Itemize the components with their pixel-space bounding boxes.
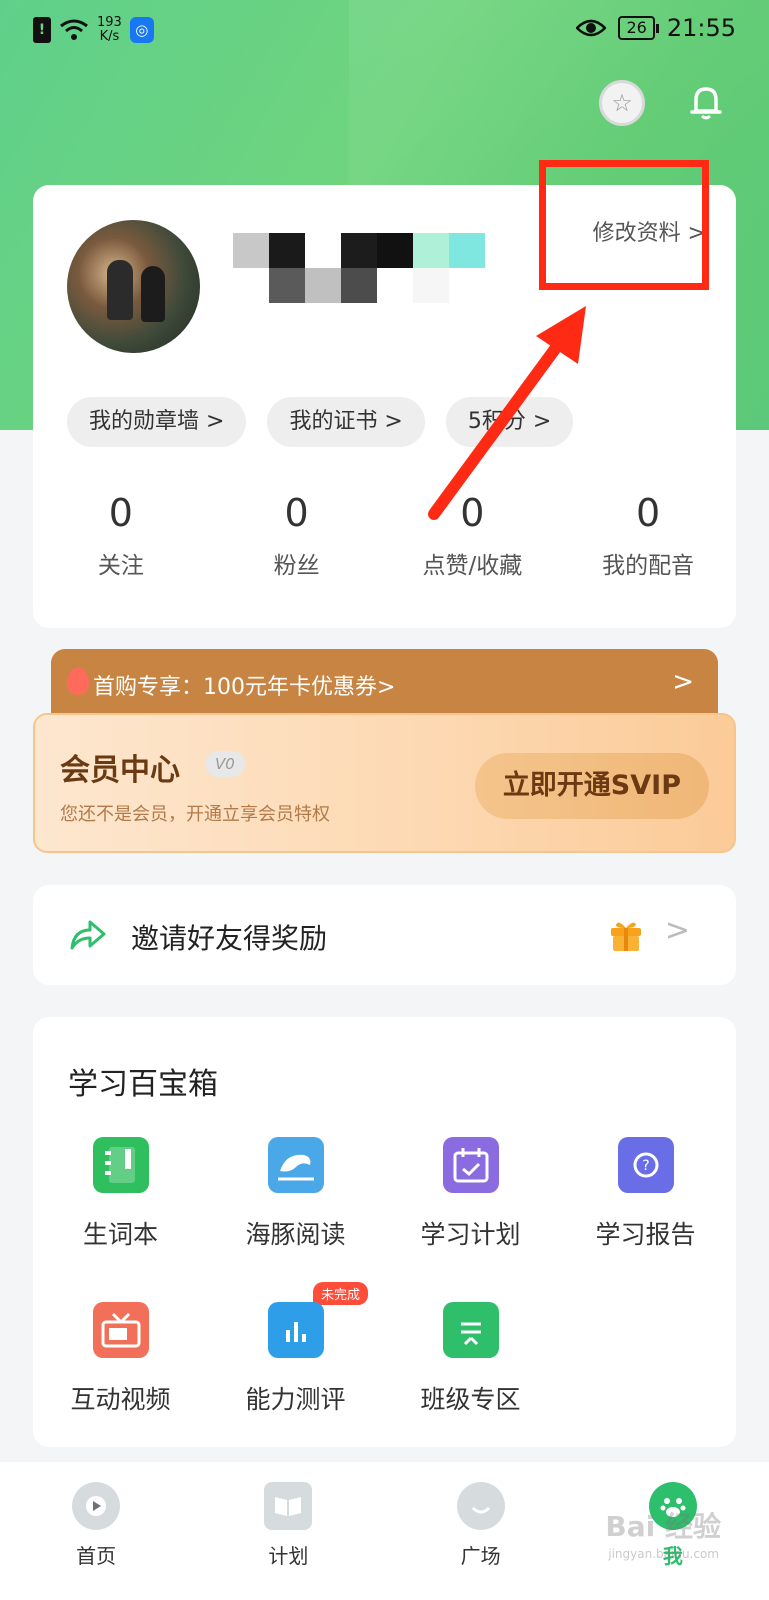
stat-followers[interactable]: 0 粉丝	[209, 490, 385, 580]
vip-center-card[interactable]: 会员中心 V0 您还不是会员，开通立享会员特权 立即开通SVIP	[33, 713, 736, 853]
chat-bubble-icon	[456, 1482, 505, 1530]
book-icon	[264, 1482, 313, 1530]
calendar-icon	[442, 1137, 499, 1193]
play-icon	[72, 1482, 121, 1530]
stat-value: 0	[284, 491, 309, 535]
network-speed-value: 193	[97, 15, 122, 30]
bell-icon[interactable]	[683, 80, 729, 126]
favorite-star-icon[interactable]: ☆	[599, 80, 645, 126]
tool-study-plan[interactable]: 学习计划	[383, 1137, 558, 1302]
toolbox-title: 学习百宝箱	[68, 1067, 218, 1102]
vip-level-badge: V0	[205, 751, 245, 777]
class-board-icon	[442, 1302, 499, 1358]
watermark-url: jingyan.baidu.com	[608, 1547, 719, 1561]
notebook-icon	[92, 1137, 149, 1193]
nav-label: 广场	[460, 1544, 501, 1568]
username-pixelated	[233, 233, 485, 303]
report-icon: ?	[617, 1137, 674, 1193]
annotation-arrow	[428, 306, 586, 520]
svg-text:?: ?	[642, 1158, 649, 1174]
tv-icon	[92, 1302, 149, 1358]
tool-label: 互动视频	[70, 1385, 171, 1414]
share-arrow-icon	[70, 920, 106, 950]
tool-label: 生词本	[82, 1220, 158, 1249]
invite-friends-row[interactable]: 邀请好友得奖励 >	[33, 885, 736, 985]
eye-icon	[576, 19, 607, 37]
battery-indicator: 26	[618, 16, 660, 40]
chevron-right-icon: >	[672, 667, 694, 697]
stat-label: 粉丝	[273, 553, 320, 579]
tool-label: 学习报告	[595, 1220, 696, 1249]
bulb-icon: ◎	[129, 17, 154, 43]
stat-label: 我的配音	[602, 553, 695, 579]
learning-toolbox-card: 学习百宝箱 生词本 海豚阅读 学习计划 ? 学习报告 互动视频 未完成 能力测评…	[33, 1017, 736, 1447]
tool-ability-assessment[interactable]: 未完成 能力测评	[208, 1282, 383, 1467]
nav-item-square[interactable]: 广场	[385, 1462, 577, 1600]
tool-dolphin-reading[interactable]: 海豚阅读	[208, 1137, 383, 1302]
tool-vocabulary-book[interactable]: 生词本	[33, 1137, 208, 1302]
medal-wall-chip[interactable]: 我的勋章墙 >	[67, 397, 247, 447]
chevron-right-icon: >	[664, 913, 690, 948]
drop-icon	[67, 667, 89, 695]
tool-label: 能力测评	[245, 1385, 346, 1414]
unfinished-badge: 未完成	[313, 1282, 369, 1305]
tool-study-report[interactable]: ? 学习报告	[558, 1137, 733, 1302]
status-bar: ! 193 K/s ◎ 26 21:55	[0, 0, 769, 62]
tool-label: 学习计划	[420, 1220, 521, 1249]
clock: 21:55	[666, 14, 736, 42]
first-purchase-promo[interactable]: 首购专享：100元年卡优惠券> >	[51, 649, 718, 719]
network-speed-unit: K/s	[99, 29, 120, 44]
nav-label: 首页	[76, 1544, 117, 1568]
tool-label: 海豚阅读	[245, 1220, 346, 1249]
nav-item-plan[interactable]: 计划	[192, 1462, 384, 1600]
network-speed: 193 K/s	[97, 16, 122, 44]
dolphin-book-icon	[267, 1137, 324, 1193]
nav-item-home[interactable]: 首页	[0, 1462, 192, 1600]
stat-following[interactable]: 0 关注	[33, 490, 209, 580]
open-svip-button[interactable]: 立即开通SVIP	[474, 753, 709, 819]
tool-class-zone[interactable]: 班级专区	[383, 1302, 558, 1467]
avatar[interactable]	[67, 220, 200, 353]
vip-title: 会员中心	[60, 753, 180, 788]
wifi-icon	[60, 19, 88, 40]
nav-label: 计划	[268, 1544, 309, 1568]
gift-icon	[611, 922, 641, 951]
sim-alert-icon: !	[33, 17, 51, 43]
tool-label: 班级专区	[420, 1385, 521, 1414]
invite-label: 邀请好友得奖励	[131, 922, 328, 955]
stat-value: 0	[108, 491, 133, 535]
chart-board-icon	[267, 1302, 324, 1358]
stat-label: 关注	[97, 553, 144, 579]
tool-interactive-video[interactable]: 互动视频	[33, 1302, 208, 1467]
certificate-chip[interactable]: 我的证书 >	[267, 397, 425, 447]
vip-subtitle: 您还不是会员，开通立享会员特权	[60, 804, 330, 825]
watermark: Bai 经验	[605, 1510, 721, 1543]
promo-text: 首购专享：100元年卡优惠券>	[93, 675, 396, 700]
annotation-highlight-box	[539, 160, 709, 290]
stat-label: 点赞/收藏	[422, 553, 523, 579]
